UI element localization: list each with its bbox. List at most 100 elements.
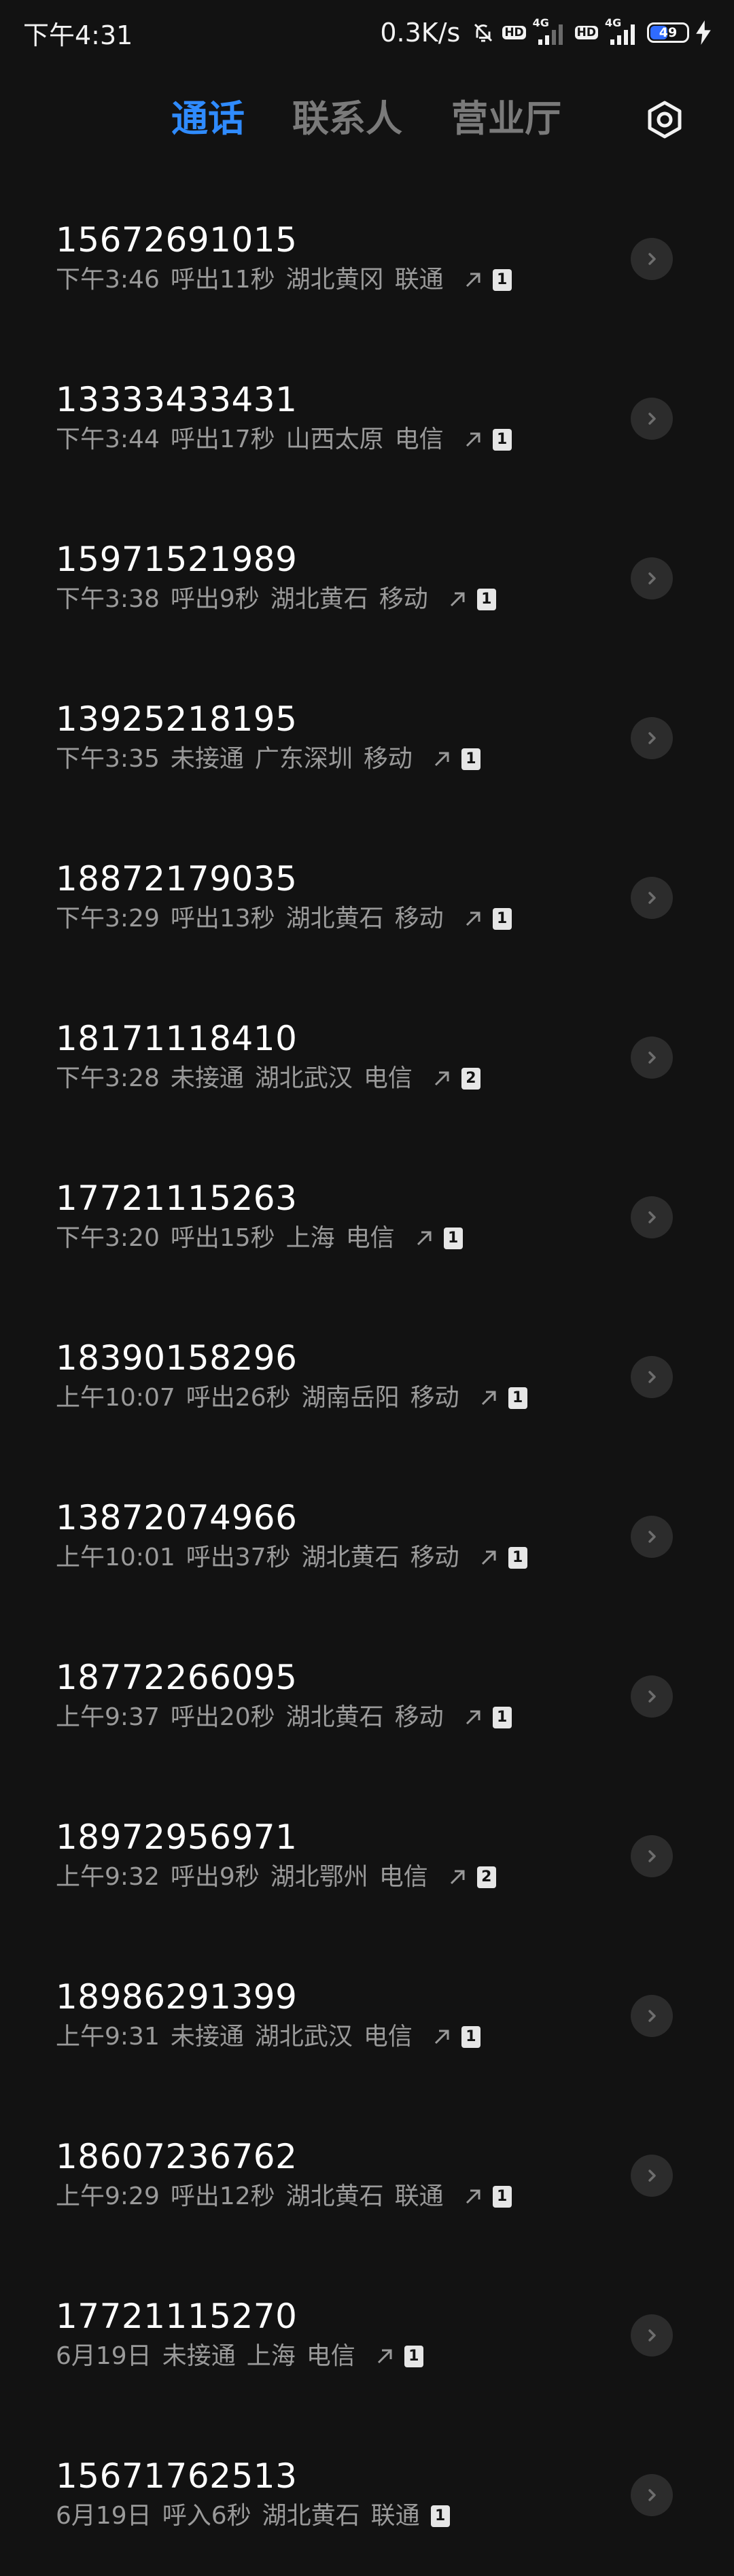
call-log-item[interactable]: 15971521989 下午3:38 呼出9秒 湖北黄石 移动 1 bbox=[0, 480, 734, 640]
call-time: 下午3:29 bbox=[56, 905, 160, 933]
call-status: 呼出20秒 bbox=[170, 1703, 275, 1731]
phone-number: 18390158296 bbox=[56, 1338, 298, 1378]
call-log-list: 15672691015 下午3:46 呼出11秒 湖北黄冈 联通 1 13333… bbox=[0, 160, 734, 2556]
call-status: 呼出37秒 bbox=[186, 1544, 291, 1571]
call-log-item[interactable]: 13925218195 下午3:35 未接通 广东深圳 移动 1 bbox=[0, 640, 734, 799]
chevron-right-icon bbox=[648, 732, 656, 744]
call-detail-button[interactable] bbox=[631, 238, 673, 280]
call-location: 湖北黄石 bbox=[262, 2502, 360, 2530]
call-detail-button[interactable] bbox=[631, 2474, 673, 2516]
call-status: 呼出11秒 bbox=[170, 266, 275, 294]
status-bar: 下午4:31 0.3K/s HD 4G HD 4G 49 bbox=[0, 0, 734, 65]
call-detail-button[interactable] bbox=[631, 2314, 673, 2356]
call-location: 广东深圳 bbox=[254, 745, 353, 773]
call-time: 下午3:35 bbox=[56, 745, 160, 773]
call-meta: 上午9:29 呼出12秒 湖北黄石 联通 1 bbox=[56, 2182, 512, 2212]
call-detail-button[interactable] bbox=[631, 398, 673, 440]
phone-number: 15672691015 bbox=[56, 220, 298, 260]
call-status: 呼出9秒 bbox=[170, 1863, 260, 1891]
tab-service-hall[interactable]: 营业厅 bbox=[451, 88, 561, 150]
call-location: 上海 bbox=[246, 2342, 296, 2370]
call-detail-button[interactable] bbox=[631, 1516, 673, 1558]
call-location: 湖北黄冈 bbox=[285, 266, 384, 294]
call-time: 上午9:37 bbox=[56, 1703, 160, 1731]
call-time: 6月19日 bbox=[56, 2502, 152, 2530]
call-time: 下午3:28 bbox=[56, 1064, 160, 1092]
call-location: 湖南岳阳 bbox=[301, 1384, 400, 1412]
call-detail-button[interactable] bbox=[631, 1995, 673, 2037]
call-log-item[interactable]: 17721115263 下午3:20 呼出15秒 上海 电信 1 bbox=[0, 1119, 734, 1278]
call-carrier: 电信 bbox=[363, 1064, 413, 1092]
call-meta: 上午9:37 呼出20秒 湖北黄石 移动 1 bbox=[56, 1703, 512, 1733]
call-detail-button[interactable] bbox=[631, 2155, 673, 2197]
call-meta: 上午10:07 呼出26秒 湖南岳阳 移动 1 bbox=[56, 1383, 527, 1413]
call-log-item[interactable]: 18972956971 上午9:32 呼出9秒 湖北鄂州 电信 2 bbox=[0, 1758, 734, 1917]
call-meta: 上午9:31 未接通 湖北武汉 电信 1 bbox=[56, 2022, 480, 2052]
phone-number: 13925218195 bbox=[56, 699, 298, 739]
call-meta: 下午3:35 未接通 广东深圳 移动 1 bbox=[56, 744, 480, 774]
outgoing-arrow-icon bbox=[478, 1388, 499, 1408]
tab-contacts[interactable]: 联系人 bbox=[292, 88, 402, 150]
call-detail-button[interactable] bbox=[631, 1835, 673, 1877]
call-carrier: 联通 bbox=[394, 266, 444, 294]
call-detail-button[interactable] bbox=[631, 877, 673, 919]
call-meta: 6月19日 未接通 上海 电信 1 bbox=[56, 2342, 423, 2371]
phone-number: 18772266095 bbox=[56, 1658, 298, 1697]
sim-badge: 1 bbox=[443, 1228, 463, 1249]
call-log-item[interactable]: 18171118410 下午3:28 未接通 湖北武汉 电信 2 bbox=[0, 959, 734, 1119]
chevron-right-icon bbox=[648, 1690, 656, 1703]
phone-number: 18171118410 bbox=[56, 1019, 298, 1058]
call-log-item[interactable]: 18872179035 下午3:29 呼出13秒 湖北黄石 移动 1 bbox=[0, 799, 734, 959]
call-location: 山西太原 bbox=[285, 425, 384, 453]
call-location: 湖北鄂州 bbox=[270, 1863, 368, 1891]
call-status: 呼出15秒 bbox=[170, 1224, 275, 1252]
call-log-item[interactable]: 15672691015 下午3:46 呼出11秒 湖北黄冈 联通 1 bbox=[0, 160, 734, 320]
call-log-item[interactable]: 18390158296 上午10:07 呼出26秒 湖南岳阳 移动 1 bbox=[0, 1278, 734, 1438]
call-status: 未接通 bbox=[170, 1064, 244, 1092]
call-status: 未接通 bbox=[170, 2023, 244, 2051]
call-meta: 上午9:32 呼出9秒 湖北鄂州 电信 2 bbox=[56, 1862, 496, 1892]
call-detail-button[interactable] bbox=[631, 1196, 673, 1238]
phone-number: 18607236762 bbox=[56, 2137, 298, 2176]
phone-number: 15671762513 bbox=[56, 2456, 298, 2496]
sim-badge: 1 bbox=[461, 2026, 480, 2048]
call-time: 6月19日 bbox=[56, 2342, 152, 2370]
call-carrier: 联通 bbox=[370, 2502, 420, 2530]
chevron-right-icon bbox=[648, 2170, 656, 2182]
call-log-item[interactable]: 15671762513 6月19日 呼入6秒 湖北黄石 联通 1 bbox=[0, 2397, 734, 2556]
chevron-right-icon bbox=[648, 1371, 656, 1383]
status-icons: 0.3K/s HD 4G HD 4G 49 bbox=[380, 16, 711, 48]
call-detail-button[interactable] bbox=[631, 1675, 673, 1718]
phone-number: 15971521989 bbox=[56, 540, 298, 579]
battery-percent: 49 bbox=[659, 25, 678, 40]
call-log-item[interactable]: 13333433431 下午3:44 呼出17秒 山西太原 电信 1 bbox=[0, 320, 734, 480]
call-detail-button[interactable] bbox=[631, 717, 673, 759]
sim-badge: 1 bbox=[508, 1547, 527, 1569]
call-location: 湖北武汉 bbox=[254, 1064, 353, 1092]
chevron-right-icon bbox=[648, 1051, 656, 1064]
call-time: 上午9:31 bbox=[56, 2023, 160, 2051]
call-location: 湖北黄石 bbox=[301, 1544, 400, 1571]
call-meta: 6月19日 呼入6秒 湖北黄石 联通 1 bbox=[56, 2501, 450, 2531]
tab-bar: 通话 联系人 营业厅 bbox=[0, 88, 734, 150]
phone-number: 17721115263 bbox=[56, 1179, 298, 1218]
call-log-item[interactable]: 18772266095 上午9:37 呼出20秒 湖北黄石 移动 1 bbox=[0, 1598, 734, 1758]
call-status: 未接通 bbox=[162, 2342, 236, 2370]
call-status: 呼出17秒 bbox=[170, 425, 275, 453]
call-detail-button[interactable] bbox=[631, 1037, 673, 1079]
call-log-item[interactable]: 18986291399 上午9:31 未接通 湖北武汉 电信 1 bbox=[0, 1917, 734, 2077]
call-time: 下午3:44 bbox=[56, 425, 160, 453]
call-log-item[interactable]: 13872074966 上午10:01 呼出37秒 湖北黄石 移动 1 bbox=[0, 1438, 734, 1598]
call-detail-button[interactable] bbox=[631, 1356, 673, 1398]
tab-calls[interactable]: 通话 bbox=[171, 88, 245, 150]
call-log-item[interactable]: 18607236762 上午9:29 呼出12秒 湖北黄石 联通 1 bbox=[0, 2077, 734, 2237]
chevron-right-icon bbox=[648, 1211, 656, 1223]
call-detail-button[interactable] bbox=[631, 557, 673, 599]
sim-badge: 1 bbox=[476, 589, 496, 610]
phone-number: 18972956971 bbox=[56, 1817, 298, 1857]
call-location: 湖北武汉 bbox=[254, 2023, 353, 2051]
call-carrier: 电信 bbox=[306, 2342, 355, 2370]
call-log-item[interactable]: 17721115270 6月19日 未接通 上海 电信 1 bbox=[0, 2237, 734, 2397]
settings-gear-icon[interactable] bbox=[644, 99, 685, 140]
chevron-right-icon bbox=[648, 2010, 656, 2022]
